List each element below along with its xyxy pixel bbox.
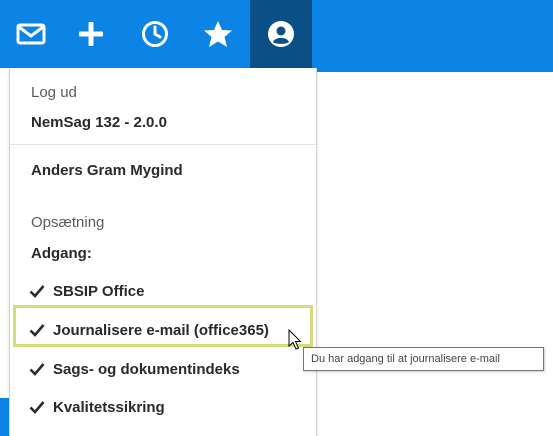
- user-name: Anders Gram Mygind: [31, 162, 183, 179]
- tooltip-text: Du har adgang til at journalisere e-mail: [311, 353, 500, 365]
- checkmark-icon: [29, 324, 45, 337]
- favorites-button[interactable]: [187, 0, 249, 68]
- history-button[interactable]: [124, 0, 186, 68]
- star-icon: [204, 21, 232, 47]
- mail-button[interactable]: [0, 0, 62, 68]
- logout-link[interactable]: Log ud: [31, 84, 77, 101]
- version-label: NemSag 132 - 2.0.0: [31, 114, 167, 131]
- mail-icon: [16, 23, 46, 45]
- checkmark-icon: [29, 401, 45, 414]
- access-item-sbsip-office[interactable]: SBSIP Office: [29, 278, 144, 304]
- toolbar-extension: [315, 68, 553, 72]
- mouse-cursor-icon: [288, 329, 302, 350]
- settings-link[interactable]: Opsætning: [31, 214, 104, 231]
- user-circle-icon: [268, 21, 294, 47]
- menu-divider: [10, 144, 316, 145]
- checkmark-icon: [29, 363, 45, 376]
- access-item-label: Sags- og dokumentindeks: [53, 360, 240, 378]
- plus-icon: [79, 22, 103, 46]
- access-item-label: Kvalitetssikring: [53, 398, 165, 416]
- access-item-quality-assurance[interactable]: Kvalitetssikring: [29, 394, 165, 420]
- access-item-case-index[interactable]: Sags- og dokumentindeks: [29, 356, 240, 382]
- clock-icon: [142, 21, 168, 47]
- background-fragment: [0, 398, 9, 436]
- top-toolbar: [0, 0, 553, 72]
- access-item-label: SBSIP Office: [53, 282, 145, 300]
- access-item-journalise-email[interactable]: Journalisere e-mail (office365): [29, 317, 269, 343]
- user-menu-button[interactable]: [250, 0, 312, 68]
- access-heading: Adgang:: [31, 245, 92, 262]
- add-button[interactable]: [60, 0, 122, 68]
- tooltip: Du har adgang til at journalisere e-mail: [303, 347, 544, 371]
- access-item-label: Journalisere e-mail (office365): [53, 321, 269, 339]
- checkmark-icon: [29, 285, 45, 298]
